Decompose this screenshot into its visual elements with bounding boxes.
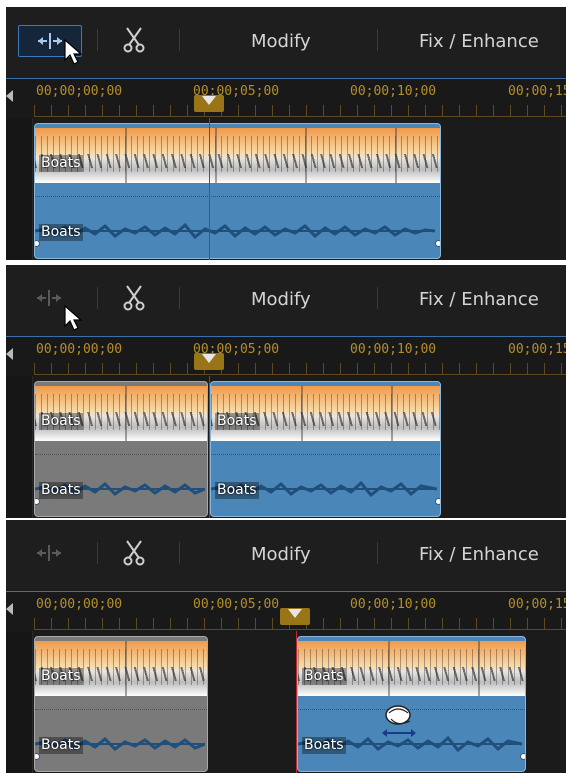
modify-button[interactable]: Modify — [251, 31, 311, 52]
track-area: Boats Boats Boats Boats — [6, 631, 566, 773]
timecode-label: 00;00;10;00 — [350, 342, 437, 357]
video-clip-label: Boats — [39, 668, 83, 685]
clip-trim-handle[interactable] — [35, 240, 40, 247]
track-area: Boats Boats — [6, 118, 566, 260]
timeline-panel-2: Modify Fix / Enhance 00;00;00;00 00;00;0… — [6, 265, 566, 518]
video-clip[interactable]: Boats Boats — [34, 123, 441, 259]
timecode-label: 00;00;00;00 — [36, 84, 123, 99]
timeline-panel-1: Modify Fix / Enhance 00;00;00;00 00;00;0… — [6, 7, 566, 260]
timecode-label: 00;00;00;00 — [36, 597, 123, 612]
track-area: Boats Boats Boats Boats — [6, 376, 566, 518]
track-divider — [35, 454, 207, 455]
toolbar-divider — [377, 287, 378, 309]
playhead-line — [209, 376, 210, 518]
split-icon — [38, 33, 62, 49]
clip-trim-handle[interactable] — [435, 240, 440, 247]
scroll-left-icon[interactable] — [6, 603, 13, 615]
toolbar-divider — [377, 542, 378, 564]
video-clip[interactable]: Boats Boats — [34, 381, 208, 517]
scissors-icon — [123, 540, 145, 566]
playhead-line — [209, 118, 210, 260]
fix-enhance-button[interactable]: Fix / Enhance — [419, 544, 539, 565]
split-icon — [37, 545, 61, 561]
playhead-handle[interactable] — [280, 608, 310, 625]
timeline-toolbar: Modify Fix / Enhance — [6, 7, 566, 77]
timeline-ruler[interactable]: 00;00;00;00 00;00;05;00 00;00;10;00 00;0… — [6, 336, 566, 377]
timecode-label: 00;00;00;00 — [36, 342, 123, 357]
video-clip-label: Boats — [39, 155, 83, 172]
playhead-handle[interactable] — [194, 353, 224, 370]
toolbar-divider — [179, 542, 180, 564]
audio-clip-label: Boats — [39, 482, 83, 499]
track-header — [6, 631, 33, 773]
scissors-icon — [123, 285, 145, 311]
fix-enhance-button[interactable]: Fix / Enhance — [419, 289, 539, 310]
ruler-baseline — [34, 629, 566, 630]
timecode-label: 00;00;15 — [508, 342, 566, 357]
timeline-ruler[interactable]: 00;00;00;00 00;00;05;00 00;00;10;00 00;0… — [6, 591, 566, 632]
audio-clip-label: Boats — [302, 737, 346, 754]
track-divider — [211, 454, 440, 455]
track-divider — [35, 196, 440, 197]
timeline-ruler[interactable]: 00;00;00;00 00;00;05;00 00;00;10;00 00;0… — [6, 78, 566, 119]
ruler-baseline — [34, 116, 566, 117]
clip-thumbnails — [35, 128, 440, 183]
clip-trim-handle[interactable] — [520, 753, 525, 760]
clip-trim-handle[interactable] — [35, 753, 40, 760]
clip-trim-handle[interactable] — [35, 498, 40, 505]
track-header — [6, 118, 33, 260]
video-clip-label: Boats — [39, 413, 83, 430]
timecode-label: 00;00;05;00 — [193, 597, 280, 612]
audio-waveform — [35, 222, 435, 240]
toolbar-divider — [179, 29, 180, 51]
track-divider — [35, 709, 207, 710]
split-button[interactable] — [18, 538, 80, 568]
hand-move-icon — [382, 705, 416, 737]
video-clip-label: Boats — [215, 413, 259, 430]
timecode-label: 00;00;15 — [508, 597, 566, 612]
timecode-label: 00;00;15 — [508, 84, 566, 99]
video-clip[interactable]: Boats Boats — [210, 381, 441, 517]
cut-button[interactable] — [114, 538, 154, 568]
toolbar-divider — [97, 29, 98, 51]
toolbar-divider — [97, 287, 98, 309]
timeline-toolbar: Modify Fix / Enhance — [6, 265, 566, 335]
modify-button[interactable]: Modify — [251, 289, 311, 310]
ruler-baseline — [34, 374, 566, 375]
mouse-pointer-icon — [64, 305, 82, 331]
scroll-left-icon[interactable] — [6, 348, 13, 360]
scissors-icon — [123, 27, 145, 53]
split-icon — [37, 290, 61, 306]
toolbar-divider — [377, 29, 378, 51]
clip-trim-handle[interactable] — [435, 498, 440, 505]
cut-button[interactable] — [114, 283, 154, 313]
audio-clip-label: Boats — [39, 224, 83, 241]
timecode-label: 00;00;10;00 — [350, 597, 437, 612]
timeline-toolbar: Modify Fix / Enhance — [6, 520, 566, 590]
modify-button[interactable]: Modify — [251, 544, 311, 565]
scroll-left-icon[interactable] — [6, 90, 13, 102]
audio-clip-label: Boats — [215, 482, 259, 499]
audio-clip-label: Boats — [39, 737, 83, 754]
timeline-panel-3: Modify Fix / Enhance 00;00;00;00 00;00;0… — [6, 520, 566, 773]
timecode-label: 00;00;10;00 — [350, 84, 437, 99]
video-clip-label: Boats — [302, 668, 346, 685]
cut-button[interactable] — [114, 25, 154, 55]
playhead-line — [296, 631, 297, 773]
toolbar-divider — [179, 287, 180, 309]
toolbar-divider — [97, 542, 98, 564]
playhead-handle[interactable] — [194, 95, 224, 112]
track-header — [6, 376, 33, 518]
video-clip[interactable]: Boats Boats — [297, 636, 526, 772]
video-clip[interactable]: Boats Boats — [34, 636, 208, 772]
fix-enhance-button[interactable]: Fix / Enhance — [419, 31, 539, 52]
mouse-pointer-icon — [64, 39, 82, 65]
